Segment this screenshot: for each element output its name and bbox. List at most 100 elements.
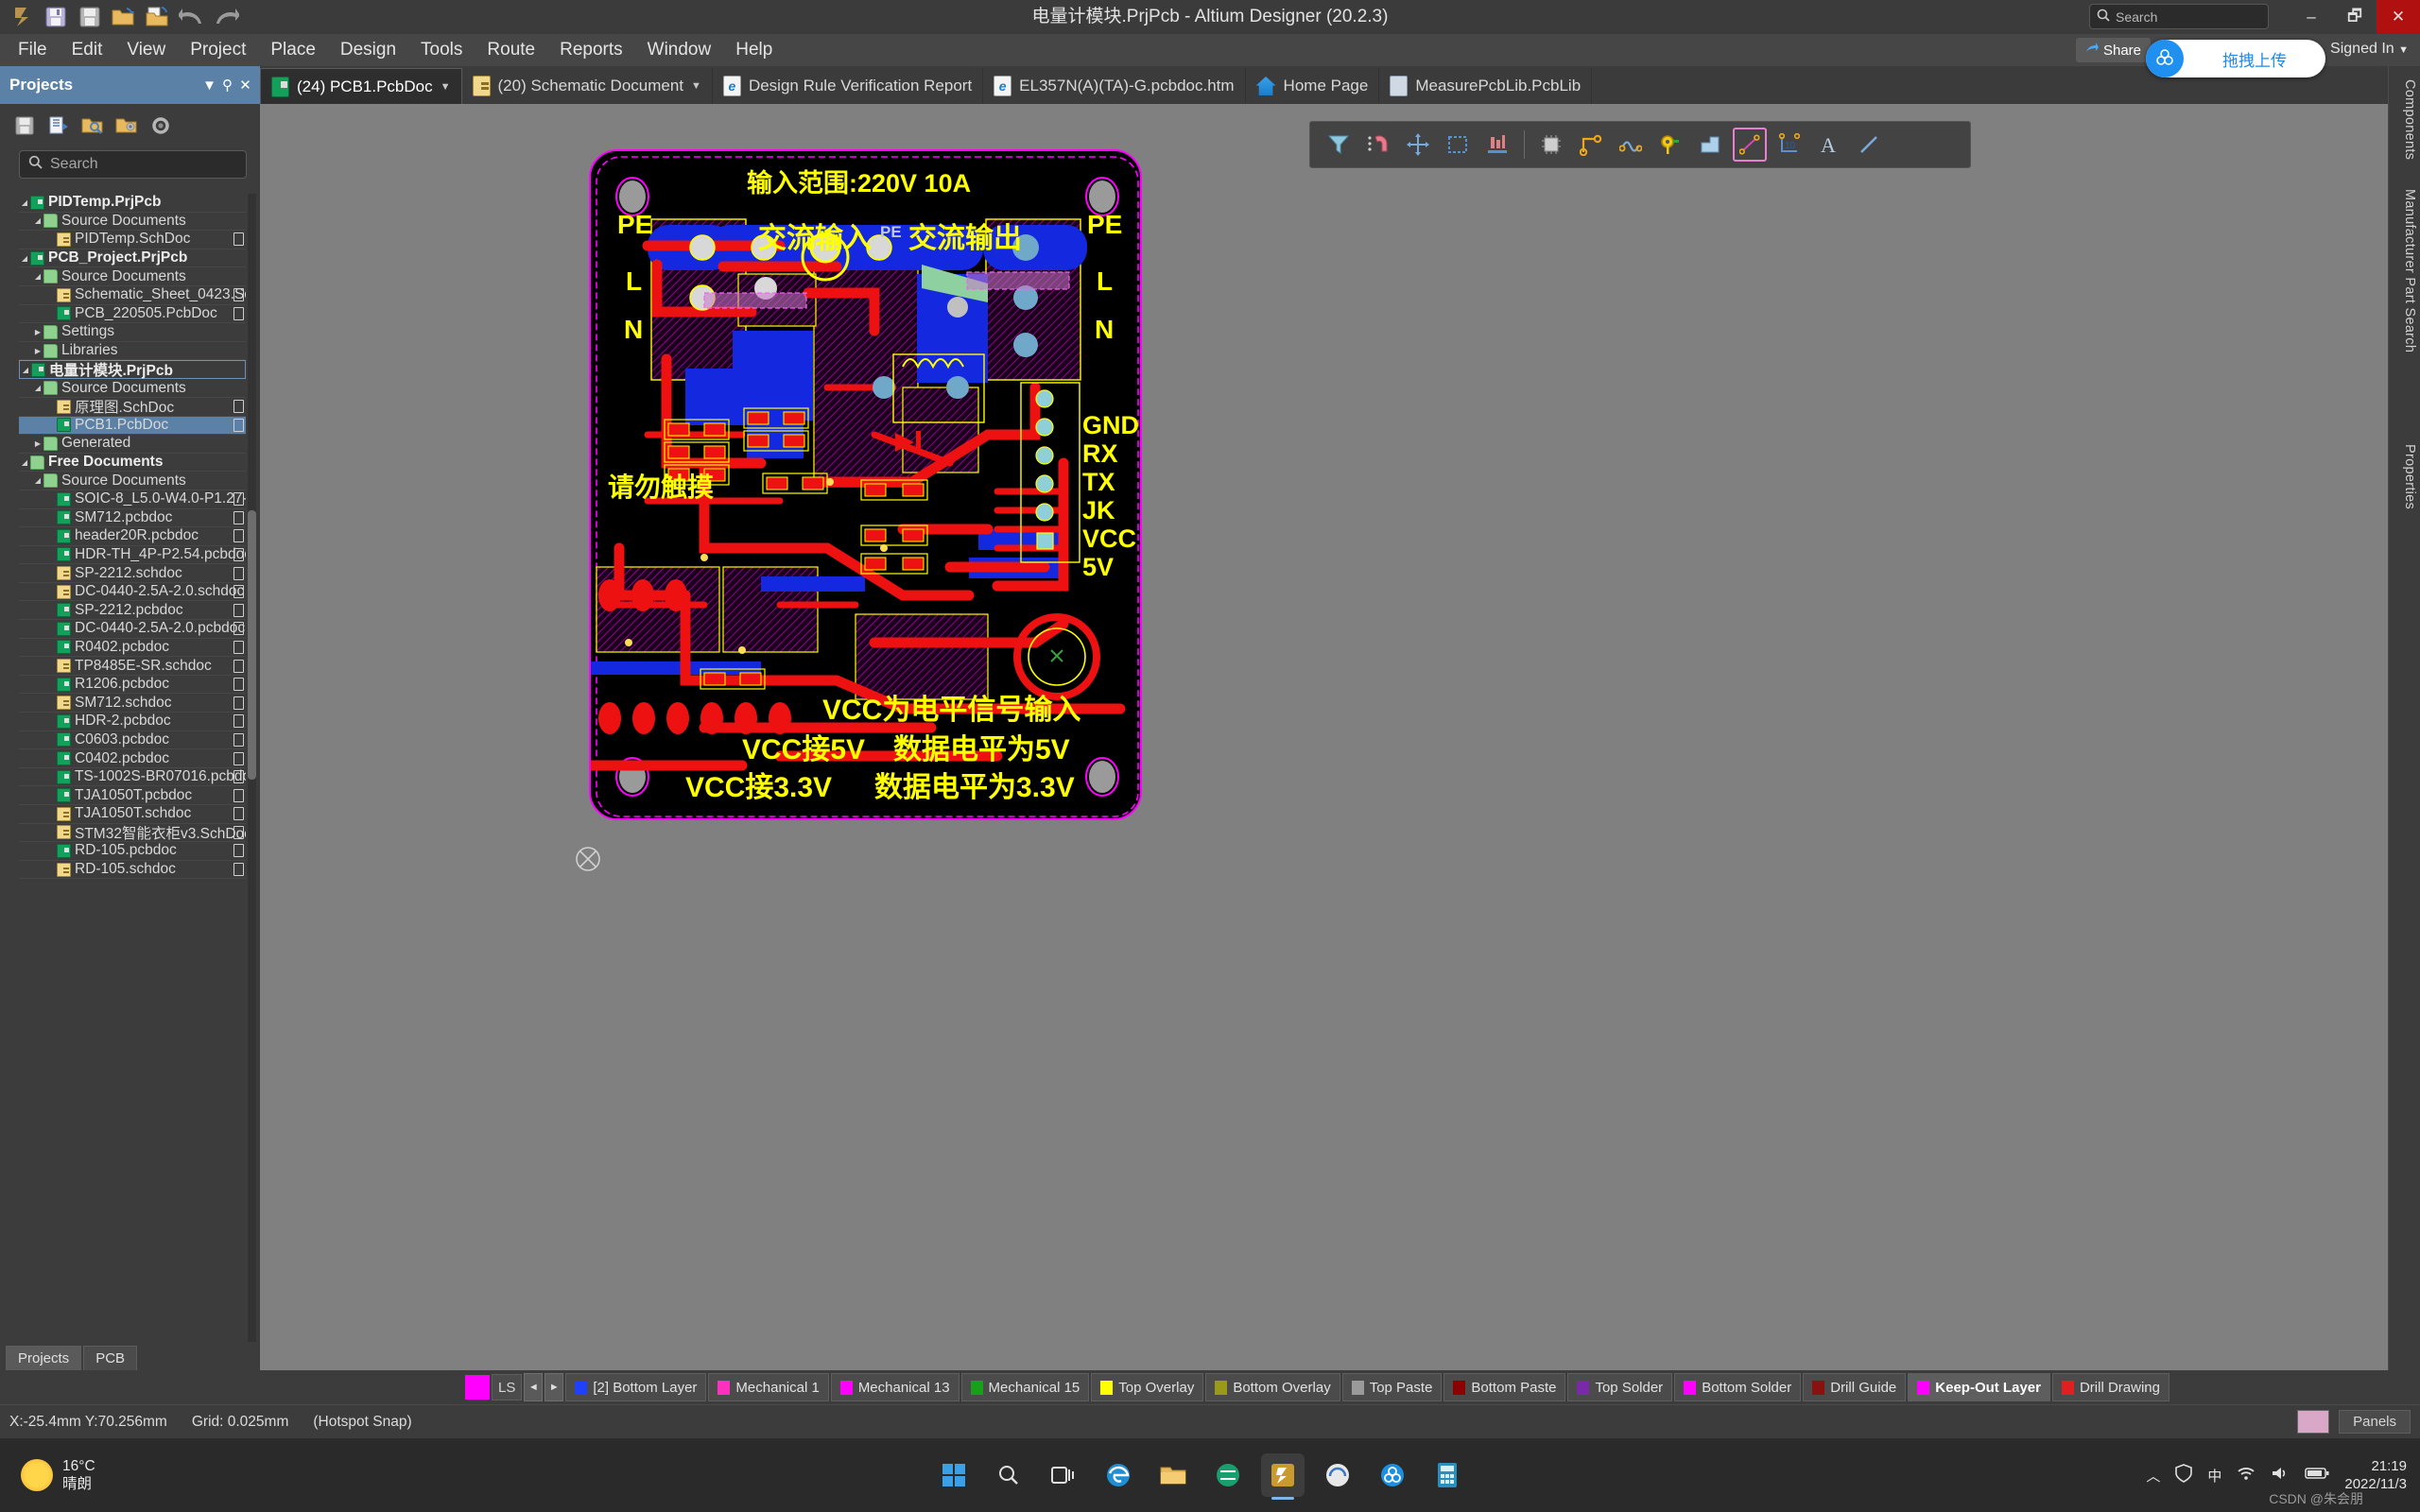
tree-item-24[interactable]: R0402.pcbdoc (19, 639, 246, 658)
menu-window[interactable]: Window (635, 34, 724, 66)
tree-item-13[interactable]: ▶ Generated (19, 435, 246, 454)
share-button[interactable]: Share (2075, 38, 2151, 62)
tree-item-7[interactable]: ▶ Settings (19, 323, 246, 342)
layer-prev-button[interactable]: ◄ (524, 1373, 544, 1401)
tree-item-17[interactable]: SM712.pcbdoc (19, 509, 246, 528)
silkscreen-text-4[interactable]: PE (617, 210, 652, 240)
triangle-down-icon[interactable]: ◢ (19, 198, 30, 207)
triangle-right-icon[interactable]: ▶ (32, 439, 43, 448)
triangle-down-icon[interactable]: ◢ (32, 476, 43, 485)
panel-tab-projects[interactable]: Projects (6, 1346, 82, 1370)
silkscreen-text-12[interactable]: RX (1082, 439, 1118, 469)
tree-item-14[interactable]: ◢ Free Documents (19, 454, 246, 472)
security-icon[interactable] (2175, 1464, 2193, 1486)
tree-item-9[interactable]: ◢ 电量计模块.PrjPcb (19, 360, 246, 380)
menu-tools[interactable]: Tools (408, 34, 475, 66)
triangle-down-icon[interactable]: ◢ (32, 272, 43, 281)
menu-project[interactable]: Project (178, 34, 258, 66)
panel-tab-pcb[interactable]: PCB (83, 1346, 138, 1370)
battery-icon[interactable] (2305, 1467, 2329, 1484)
panels-button[interactable]: Panels (2339, 1410, 2411, 1434)
global-search-box[interactable]: Search (2089, 4, 2269, 29)
chevron-down-icon[interactable]: ▼ (441, 81, 451, 93)
tree-item-35[interactable]: RD-105.pcbdoc (19, 842, 246, 861)
menu-reports[interactable]: Reports (547, 34, 635, 66)
wifi-icon[interactable] (2237, 1466, 2256, 1485)
tree-item-11[interactable]: 原理图.SchDoc (19, 398, 246, 417)
tree-item-0[interactable]: ◢ PIDTemp.PrjPcb (19, 194, 246, 213)
silkscreen-text-1[interactable]: 交流输入 (758, 215, 872, 256)
menu-help[interactable]: Help (723, 34, 785, 66)
silkscreen-text-17[interactable]: VCC为电平信号输入 (822, 686, 1080, 728)
document-tab-4[interactable]: Home Page (1246, 68, 1380, 104)
tree-item-12[interactable]: PCB1.PcbDoc (19, 416, 246, 436)
document-tab-2[interactable]: e Design Rule Verification Report (713, 68, 984, 104)
save-icon[interactable] (11, 112, 38, 139)
tree-item-4[interactable]: ◢ Source Documents (19, 267, 246, 286)
undo-icon[interactable] (178, 4, 206, 30)
tree-scrollbar-thumb[interactable] (248, 510, 256, 780)
task-view-icon[interactable] (1042, 1453, 1085, 1497)
triangle-right-icon[interactable]: ▶ (32, 328, 43, 336)
tree-item-18[interactable]: header20R.pcbdoc (19, 527, 246, 546)
maximize-button[interactable]: 🗗 (2333, 0, 2377, 34)
layer-tab-5[interactable]: Bottom Overlay (1205, 1373, 1340, 1401)
silkscreen-text-5[interactable]: PE (1087, 210, 1122, 240)
tree-item-20[interactable]: SP-2212.schdoc (19, 564, 246, 583)
tree-item-23[interactable]: DC-0440-2.5A-2.0.pcbdoc (19, 620, 246, 639)
tree-item-8[interactable]: ▶ Libraries (19, 342, 246, 361)
layer-set-label[interactable]: LS (492, 1374, 523, 1400)
select-rect-icon[interactable] (1441, 128, 1475, 162)
redo-icon[interactable] (212, 4, 240, 30)
chevron-up-icon[interactable]: ︿ (2146, 1466, 2160, 1486)
triangle-down-icon[interactable]: ◢ (19, 458, 30, 467)
filter-icon[interactable] (1322, 128, 1356, 162)
layer-tab-8[interactable]: Top Solder (1567, 1373, 1673, 1401)
place-via-icon[interactable] (1653, 128, 1687, 162)
tree-item-29[interactable]: C0603.pcbdoc (19, 731, 246, 750)
weather-widget[interactable]: 16°C 晴朗 (0, 1457, 255, 1493)
tree-item-2[interactable]: PIDTemp.SchDoc (19, 231, 246, 249)
layer-tab-6[interactable]: Top Paste (1341, 1373, 1443, 1401)
tree-item-27[interactable]: SM712.schdoc (19, 694, 246, 713)
snap-magnet-icon[interactable] (1361, 128, 1395, 162)
document-tab-5[interactable]: MeasurePcbLib.PcbLib (1379, 68, 1593, 104)
triangle-right-icon[interactable]: ▶ (32, 347, 43, 355)
silkscreen-text-13[interactable]: TX (1082, 468, 1115, 497)
tree-item-31[interactable]: TS-1002S-BR07016.pcbdoc (19, 768, 246, 787)
document-tab-1[interactable]: (20) Schematic Document ▼ (462, 68, 713, 104)
tree-item-22[interactable]: SP-2212.pcbdoc (19, 601, 246, 621)
app-icon[interactable] (1316, 1453, 1359, 1497)
minimize-button[interactable]: – (2290, 0, 2333, 34)
close-icon[interactable]: ✕ (236, 77, 254, 94)
layer-tab-1[interactable]: Mechanical 1 (708, 1373, 829, 1401)
move-icon[interactable] (1401, 128, 1435, 162)
tree-item-19[interactable]: HDR-TH_4P-P2.54.pcbdoc (19, 546, 246, 565)
place-track-icon[interactable] (1574, 128, 1608, 162)
quick-access-toolbar[interactable] (0, 4, 240, 30)
menu-design[interactable]: Design (328, 34, 408, 66)
menu-route[interactable]: Route (475, 34, 547, 66)
save-all-icon[interactable] (76, 4, 104, 30)
dock-item-components[interactable]: Components (2393, 79, 2417, 160)
silkscreen-text-21[interactable]: 数据电平为3.3V (874, 764, 1075, 805)
menu-file[interactable]: File (6, 34, 60, 66)
tree-item-1[interactable]: ◢ Source Documents (19, 213, 246, 232)
layer-next-button[interactable]: ► (544, 1373, 564, 1401)
silkscreen-text-16[interactable]: 5V (1082, 553, 1114, 582)
tree-item-33[interactable]: TJA1050T.schdoc (19, 805, 246, 824)
layer-tab-11[interactable]: Keep-Out Layer (1908, 1373, 2050, 1401)
place-coordinate-icon[interactable]: 10 (1772, 128, 1806, 162)
silkscreen-text-8[interactable]: N (624, 315, 643, 345)
menu-view[interactable]: View (114, 34, 178, 66)
edge-icon[interactable] (1097, 1453, 1140, 1497)
silkscreen-text-7[interactable]: L (1097, 266, 1113, 297)
tree-item-32[interactable]: TJA1050T.pcbdoc (19, 786, 246, 805)
triangle-down-icon[interactable]: ◢ (32, 384, 43, 392)
triangle-down-icon[interactable]: ◢ (20, 366, 31, 374)
cloud-icon[interactable] (1371, 1453, 1414, 1497)
open-document-icon[interactable] (144, 4, 172, 30)
tree-item-5[interactable]: Schematic_Sheet_0423.SchDoc (19, 286, 246, 305)
tree-item-3[interactable]: ◢ PCB_Project.PrjPcb (19, 249, 246, 268)
tree-item-16[interactable]: SOIC-8_L5.0-W4.0-P1.27-LS6.0.pcbdoc (19, 490, 246, 509)
